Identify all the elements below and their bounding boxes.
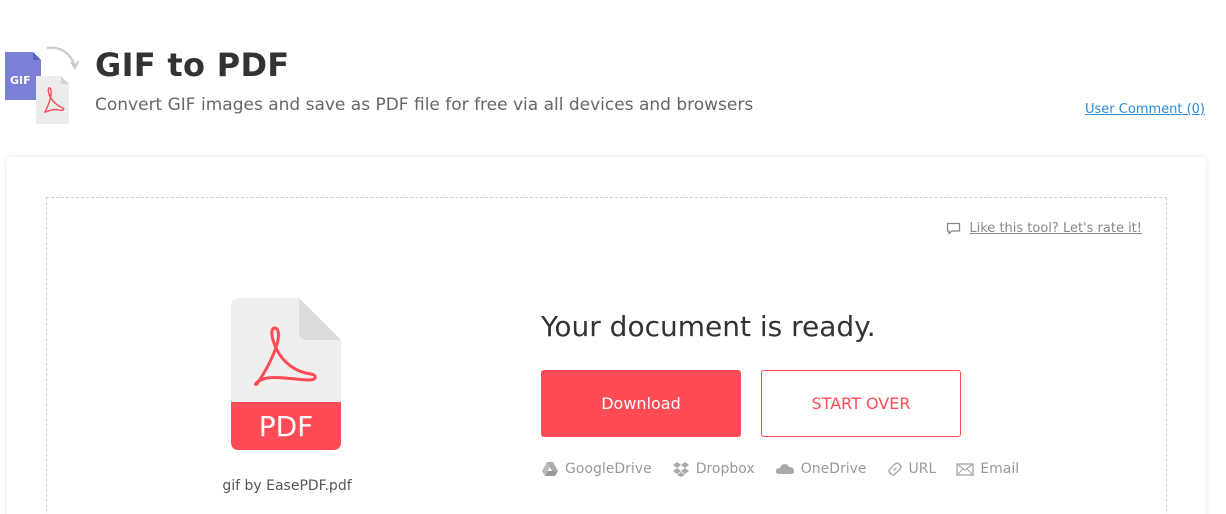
share-googledrive-label: GoogleDrive [565, 461, 652, 477]
user-comment-link[interactable]: User Comment (0) [1085, 102, 1205, 117]
gif-badge-text: GIF [10, 74, 31, 87]
share-url-label: URL [908, 461, 937, 477]
link-icon [887, 462, 902, 476]
share-email[interactable]: Email [956, 461, 1019, 477]
pdf-file-icon: PDF [231, 298, 343, 450]
share-email-label: Email [980, 461, 1020, 477]
dropbox-icon [672, 462, 689, 477]
share-dropbox-label: Dropbox [695, 461, 755, 477]
start-over-button[interactable]: START OVER [761, 370, 961, 437]
share-onedrive-label: OneDrive [800, 461, 867, 477]
share-googledrive[interactable]: GoogleDrive [541, 461, 652, 477]
rate-tool-link[interactable]: Like this tool? Let's rate it! [946, 221, 1142, 236]
share-onedrive[interactable]: OneDrive [775, 461, 867, 477]
output-filename: gif by EasePDF.pdf [222, 478, 352, 494]
page-title: GIF to PDF [95, 46, 290, 84]
onedrive-icon [775, 464, 794, 474]
ready-message: Your document is ready. [541, 310, 876, 343]
share-dropbox[interactable]: Dropbox [672, 461, 755, 477]
result-card: Like this tool? Let's rate it! PDF gif b… [7, 157, 1206, 514]
page-subtitle: Convert GIF images and save as PDF file … [95, 95, 754, 115]
google-drive-icon [542, 462, 558, 476]
share-options: GoogleDrive Dropbox OneDrive URL Email [541, 461, 1019, 477]
email-icon [956, 462, 975, 476]
rate-tool-text[interactable]: Like this tool? Let's rate it! [969, 221, 1142, 236]
gif-to-pdf-icon: GIF [5, 44, 81, 126]
share-url[interactable]: URL [887, 461, 937, 477]
download-button[interactable]: Download [541, 370, 741, 437]
result-panel: Like this tool? Let's rate it! PDF gif b… [46, 197, 1167, 514]
comment-icon [947, 222, 961, 235]
pdf-file-label: PDF [259, 410, 314, 443]
